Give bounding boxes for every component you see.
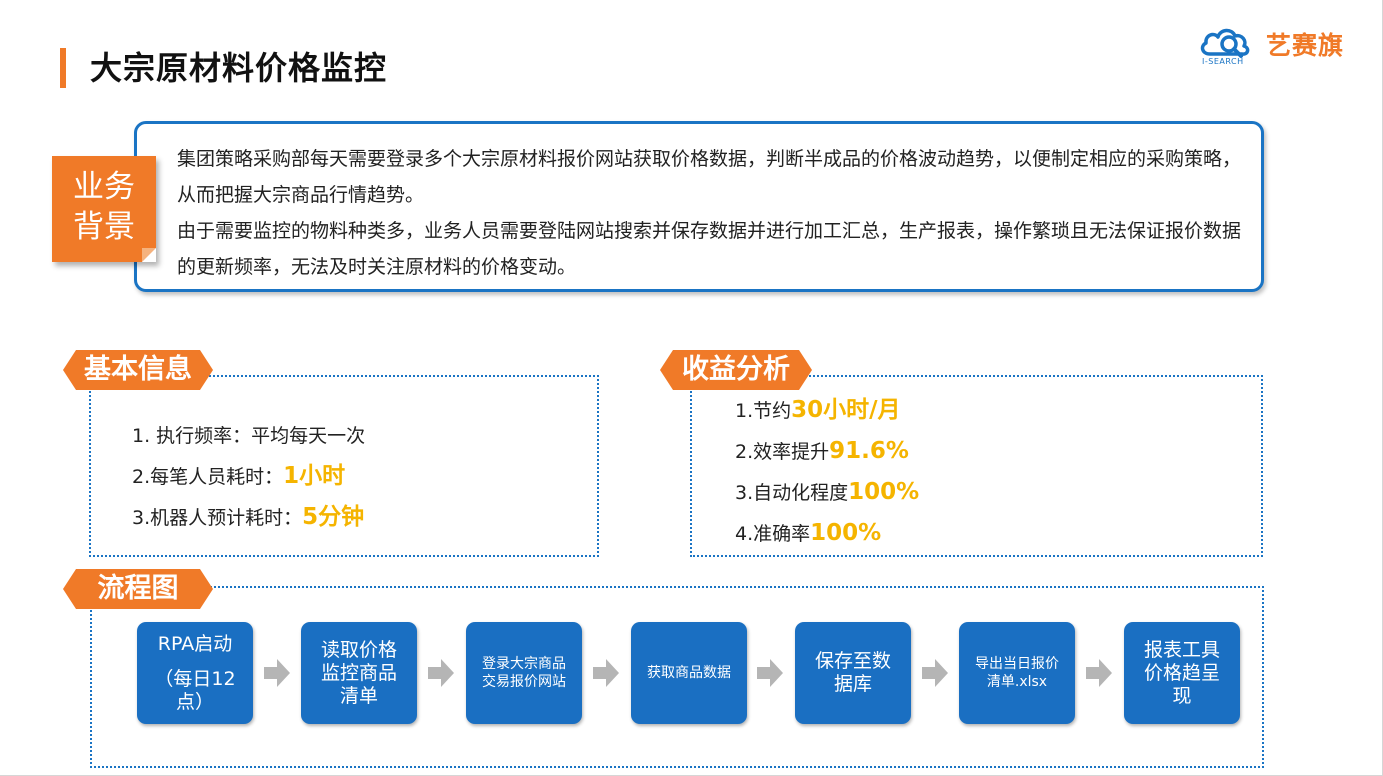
- benefit-value: 100%: [848, 479, 920, 505]
- benefit-value: 100%: [810, 520, 882, 546]
- logo-name: 艺赛旗: [1266, 31, 1345, 60]
- benefit-value: 91.6%: [829, 438, 909, 464]
- logo-subtitle: I-SEARCH: [1202, 57, 1244, 66]
- background-box: 集团策略采购部每天需要登录多个大宗原材料报价网站获取价格数据，判断半成品的价格波…: [134, 121, 1264, 292]
- benefit-heading: 收益分析: [660, 350, 812, 390]
- flow-step-export-list: 导出当日报价 清单.xlsx: [959, 622, 1075, 724]
- benefit-value: 30小时/月: [791, 397, 901, 423]
- arrow-right-icon: [922, 659, 948, 687]
- arrow-right-icon: [1086, 659, 1112, 687]
- arrow-right-icon: [264, 659, 290, 687]
- basic-info-list: 1. 执行频率：平均每天一次 2.每笔人员耗时：1小时 3.机器人预计耗时：5分…: [132, 415, 365, 538]
- flow-step-get-data: 获取商品数据: [631, 622, 747, 724]
- background-paragraph: 由于需要监控的物料种类多，业务人员需要登陆网站搜索并保存数据并进行加工汇总，生产…: [177, 220, 1242, 278]
- tag-fold-corner: [142, 248, 156, 262]
- benefit-list: 1.节约30小时/月 2.效率提升91.6% 3.自动化程度100% 4.准确率…: [735, 390, 919, 554]
- info-item: 3.机器人预计耗时：5分钟: [132, 504, 365, 530]
- flow-step-report-tool: 报表工具 价格趋呈 现: [1124, 622, 1240, 724]
- arrow-right-icon: [593, 659, 619, 687]
- info-item: 1. 执行频率：平均每天一次: [132, 425, 366, 447]
- company-logo: 艺赛旗 I-SEARCH: [1198, 24, 1358, 70]
- benefit-item: 3.自动化程度100%: [735, 479, 920, 505]
- flow-heading: 流程图: [63, 569, 213, 609]
- background-text: 集团策略采购部每天需要登录多个大宗原材料报价网站获取价格数据，判断半成品的价格波…: [177, 141, 1247, 285]
- flow-step-read-list: 读取价格 监控商品 清单: [301, 622, 417, 724]
- background-tag: 业务 背景: [52, 156, 156, 262]
- flow-step-rpa-start: RPA启动 （每日12 点）: [137, 622, 253, 724]
- arrow-right-icon: [428, 659, 454, 687]
- page-title: 大宗原材料价格监控: [90, 49, 388, 87]
- background-tag-line: 背景: [73, 209, 135, 245]
- info-value: 1小时: [283, 463, 346, 489]
- background-paragraph: 集团策略采购部每天需要登录多个大宗原材料报价网站获取价格数据，判断半成品的价格波…: [177, 148, 1242, 206]
- benefit-item: 1.节约30小时/月: [735, 397, 901, 423]
- title-accent-bar: [60, 48, 66, 88]
- flow-step-save-db: 保存至数 据库: [795, 622, 911, 724]
- background-tag-line: 业务: [73, 169, 135, 205]
- arrow-right-icon: [757, 659, 783, 687]
- info-item: 2.每笔人员耗时：1小时: [132, 463, 346, 489]
- flow-step-login-site: 登录大宗商品 交易报价网站: [466, 622, 582, 724]
- basic-info-heading: 基本信息: [63, 350, 213, 390]
- benefit-item: 4.准确率100%: [735, 520, 882, 546]
- benefit-item: 2.效率提升91.6%: [735, 438, 909, 464]
- info-value: 5分钟: [302, 504, 365, 530]
